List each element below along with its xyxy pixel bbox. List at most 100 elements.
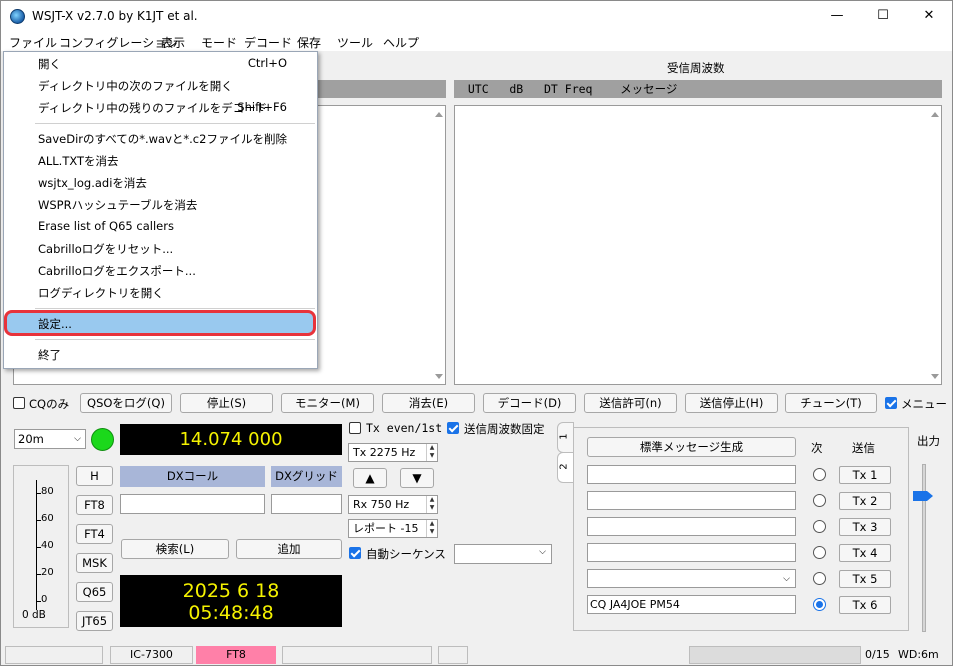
minimize-button[interactable]: —	[814, 1, 860, 31]
menu-item-open-next[interactable]: ディレクトリ中の次のファイルを開く	[38, 78, 233, 94]
watchdog-status: WD:6m	[898, 648, 939, 661]
tx4-message-field[interactable]	[587, 543, 796, 562]
spin-arrows-icon[interactable]: ▲ ▼	[426, 496, 437, 513]
menu-save[interactable]: 保存	[297, 34, 321, 51]
tx4-send-button[interactable]: Tx 4	[839, 544, 891, 562]
frequency-display: 14.074 000	[120, 424, 342, 455]
rx-freq-spinbox[interactable]: Rx 750 Hz ▲ ▼	[348, 495, 438, 514]
tune-button[interactable]: チューン(T)	[785, 393, 877, 413]
status-cell-empty	[438, 646, 468, 664]
menu-file[interactable]: ファイル	[9, 34, 57, 51]
dx-call-input[interactable]	[120, 494, 265, 514]
auto-seq-label: 自動シーケンス	[366, 547, 446, 561]
mode-ft8-button[interactable]: FT8	[76, 495, 113, 515]
scroll-up-icon[interactable]	[435, 112, 443, 117]
rx-frequency-list[interactable]	[454, 105, 942, 385]
enable-tx-button[interactable]: 送信許可(n)	[584, 393, 677, 413]
window-title: WSJT-X v2.7.0 by K1JT et al.	[32, 9, 198, 23]
menu-item-delete-wav[interactable]: SaveDirのすべての*.wavと*.c2ファイルを削除	[38, 131, 287, 147]
hold-tx-freq-checkbox[interactable]	[447, 422, 459, 434]
power-label: 出力	[917, 434, 940, 448]
spin-arrows-icon[interactable]: ▲ ▼	[426, 520, 437, 537]
menu-item-reset-cabrillo[interactable]: Cabrilloログをリセット...	[38, 241, 173, 257]
tx3-next-radio[interactable]	[813, 520, 826, 533]
tx2-send-button[interactable]: Tx 2	[839, 492, 891, 510]
menu-item-open[interactable]: 開く	[38, 56, 61, 72]
stop-button[interactable]: 停止(S)	[180, 393, 273, 413]
mode-h-button[interactable]: H	[76, 466, 113, 486]
menu-separator	[35, 339, 315, 340]
tx-freq-value: Tx 2275 Hz	[353, 446, 416, 459]
tx5-send-button[interactable]: Tx 5	[839, 570, 891, 588]
tx1-next-radio[interactable]	[813, 468, 826, 481]
tx-freq-spinbox[interactable]: Tx 2275 Hz ▲ ▼	[348, 443, 438, 462]
tx2-message-field[interactable]	[587, 491, 796, 510]
mode-msk-button[interactable]: MSK	[76, 553, 113, 573]
spin-arrows-icon[interactable]: ▲ ▼	[426, 444, 437, 461]
scroll-down-icon[interactable]	[931, 374, 939, 379]
tx3-message-field[interactable]	[587, 517, 796, 536]
tx5-next-radio[interactable]	[813, 572, 826, 585]
log-qso-button[interactable]: QSOをログ(Q)	[80, 393, 172, 413]
move-up-button[interactable]: ▲	[353, 468, 387, 488]
mode-ft4-button[interactable]: FT4	[76, 524, 113, 544]
tx1-send-button[interactable]: Tx 1	[839, 466, 891, 484]
menus-checkbox[interactable]	[885, 397, 897, 409]
close-button[interactable]: ✕	[906, 1, 952, 31]
mode-q65-button[interactable]: Q65	[76, 582, 113, 602]
tab-1[interactable]: 1	[557, 422, 574, 453]
scroll-up-icon[interactable]	[931, 112, 939, 117]
band-select[interactable]: 20m ⌵	[14, 429, 86, 449]
wsjtx-logo-icon	[10, 9, 25, 24]
dx-call-label: DXコール	[120, 466, 265, 487]
erase-button[interactable]: 消去(E)	[382, 393, 475, 413]
report-value: レポート -15	[353, 522, 419, 535]
auto-seq-checkbox[interactable]	[349, 547, 361, 559]
halt-tx-button[interactable]: 送信停止(H)	[685, 393, 778, 413]
power-slider-track[interactable]	[922, 464, 926, 632]
mode-jt65-button[interactable]: JT65	[76, 611, 113, 631]
menu-item-settings[interactable]: 設定...	[38, 316, 72, 332]
tx-even-checkbox[interactable]	[349, 422, 361, 434]
menu-item-export-cabrillo[interactable]: Cabrilloログをエクスポート...	[38, 263, 196, 279]
move-down-button[interactable]: ▼	[400, 468, 434, 488]
tx4-next-radio[interactable]	[813, 546, 826, 559]
decode-button[interactable]: デコード(D)	[483, 393, 576, 413]
menu-decode[interactable]: デコード	[244, 34, 292, 51]
menu-help[interactable]: ヘルプ	[383, 34, 419, 51]
tx5-message-combo[interactable]: ⌵	[587, 569, 796, 588]
clock-display: 2025 6 18 05:48:48	[120, 575, 342, 627]
tx6-message-field[interactable]: CQ JA4JOE PM54	[587, 595, 796, 614]
menu-item-open-log-dir[interactable]: ログディレクトリを開く	[38, 285, 164, 301]
tx3-send-button[interactable]: Tx 3	[839, 518, 891, 536]
menu-tools[interactable]: ツール	[337, 34, 373, 51]
dx-grid-input[interactable]	[271, 494, 342, 514]
monitor-button[interactable]: モニター(M)	[281, 393, 374, 413]
power-slider-thumb[interactable]	[913, 491, 933, 501]
menu-item-erase-adi[interactable]: wsjtx_log.adiを消去	[38, 175, 147, 191]
menu-item-erase-all-txt[interactable]: ALL.TXTを消去	[38, 153, 119, 169]
scroll-down-icon[interactable]	[435, 374, 443, 379]
tx1-message-field[interactable]	[587, 465, 796, 484]
menu-item-exit[interactable]: 終了	[38, 347, 61, 363]
tx6-send-button[interactable]: Tx 6	[839, 596, 891, 614]
maximize-button[interactable]: ☐	[860, 1, 906, 31]
tx2-next-radio[interactable]	[813, 494, 826, 507]
tab-2[interactable]: 2	[557, 452, 574, 483]
add-button[interactable]: 追加	[236, 539, 342, 559]
progress-bar	[689, 646, 861, 664]
menu-item-erase-q65[interactable]: Erase list of Q65 callers	[38, 219, 174, 233]
menu-item-decode-remaining[interactable]: ディレクトリ中の残りのファイルをデコード	[38, 100, 267, 116]
menu-view[interactable]: 表示	[161, 34, 185, 51]
title-bar: WSJT-X v2.7.0 by K1JT et al. — ☐ ✕	[1, 1, 952, 31]
tx6-next-radio[interactable]	[813, 598, 826, 611]
next-column-label: 次	[811, 441, 823, 455]
cq-only-checkbox[interactable]	[13, 397, 25, 409]
menus-label: メニュー	[901, 397, 947, 411]
generate-messages-button[interactable]: 標準メッセージ生成	[587, 437, 796, 457]
menu-mode[interactable]: モード	[201, 34, 237, 51]
report-spinbox[interactable]: レポート -15 ▲ ▼	[348, 519, 438, 538]
lookup-button[interactable]: 検索(L)	[121, 539, 229, 559]
menu-item-erase-wspr-hash[interactable]: WSPRハッシュテーブルを消去	[38, 197, 197, 213]
extra-combo[interactable]: ⌵	[454, 544, 552, 564]
